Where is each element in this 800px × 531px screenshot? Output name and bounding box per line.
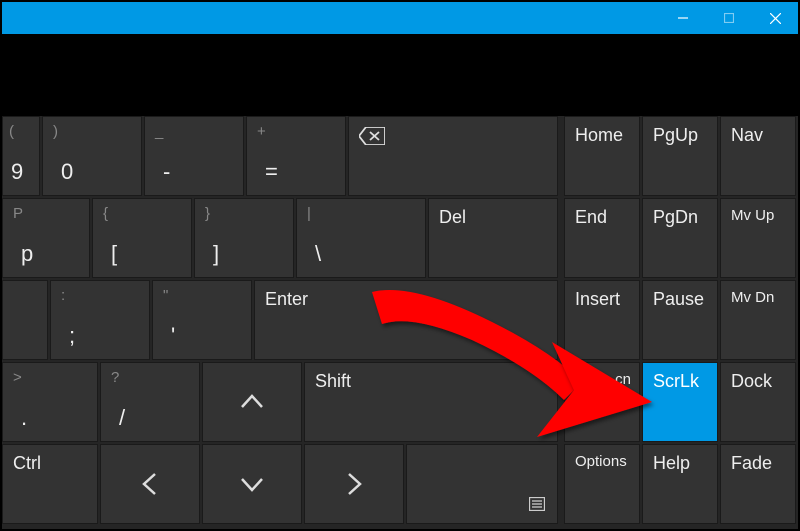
arrow-left-icon [141, 472, 159, 496]
arrow-right-icon [345, 472, 363, 496]
close-icon [770, 13, 781, 24]
key-fade[interactable]: Fade [720, 444, 796, 524]
key-mvup[interactable]: Mv Up [720, 198, 796, 278]
key-end-label: End [575, 207, 607, 228]
key-minus-shift: _ [155, 123, 163, 140]
minimize-icon [678, 13, 688, 23]
close-button[interactable] [752, 2, 798, 34]
key-backslash[interactable]: | \ [296, 198, 426, 278]
menu-icon [529, 497, 545, 511]
key-pgdn[interactable]: PgDn [642, 198, 718, 278]
key-semicolon-shift: : [61, 287, 65, 304]
key-equals-label: = [265, 159, 278, 185]
key-help[interactable]: Help [642, 444, 718, 524]
key-slash-label: / [119, 405, 125, 431]
key-rbracket-shift: } [205, 205, 210, 222]
window-frame: ( 9 ) 0 _ - + = Home PgUp Nav [0, 0, 800, 531]
key-del-label: Del [439, 207, 466, 228]
key-minus-label: - [163, 159, 170, 185]
key-quote-label: ' [171, 323, 175, 349]
key-equals-shift: + [257, 123, 266, 140]
key-rbracket-label: ] [213, 241, 219, 267]
key-period[interactable]: > . [2, 362, 98, 442]
key-arrow-down[interactable] [202, 444, 302, 524]
key-pgup[interactable]: PgUp [642, 116, 718, 196]
key-right-bracket[interactable]: } ] [194, 198, 294, 278]
key-menu[interactable] [406, 444, 558, 524]
key-period-label: . [21, 405, 27, 431]
key-left-bracket[interactable]: { [ [92, 198, 192, 278]
key-0[interactable]: ) 0 [42, 116, 142, 196]
maximize-icon [724, 13, 734, 23]
key-pause-label: Pause [653, 289, 704, 310]
key-arrow-right[interactable] [304, 444, 404, 524]
key-shift-label: Shift [315, 371, 351, 392]
key-nav[interactable]: Nav [720, 116, 796, 196]
key-help-label: Help [653, 453, 690, 474]
maximize-button[interactable] [706, 2, 752, 34]
key-backslash-shift: | [307, 205, 311, 222]
key-semicolon-label: ; [69, 323, 75, 349]
key-semicolon[interactable]: : ; [50, 280, 150, 360]
key-slash-shift: ? [111, 369, 119, 386]
key-prtscn[interactable]: cn [564, 362, 640, 442]
key-9-shift: ( [9, 123, 14, 140]
key-quote-shift: " [163, 287, 168, 304]
key-arrow-left[interactable] [100, 444, 200, 524]
key-nav-label: Nav [731, 125, 763, 146]
key-scrlk[interactable]: ScrLk [642, 362, 718, 442]
arrow-up-icon [240, 393, 264, 411]
key-scrlk-label: ScrLk [653, 371, 699, 392]
key-period-shift: > [13, 369, 22, 386]
key-del[interactable]: Del [428, 198, 558, 278]
key-lbracket-shift: { [103, 205, 108, 222]
key-pgup-label: PgUp [653, 125, 698, 146]
key-minus[interactable]: _ - [144, 116, 244, 196]
backspace-icon [359, 127, 385, 145]
key-options[interactable]: Options [564, 444, 640, 524]
key-prtscn-label: cn [615, 371, 631, 388]
key-lbracket-label: [ [111, 241, 117, 267]
key-backspace[interactable] [348, 116, 558, 196]
arrow-down-icon [240, 475, 264, 493]
key-9[interactable]: ( 9 [2, 116, 40, 196]
key-mvdn[interactable]: Mv Dn [720, 280, 796, 360]
key-equals[interactable]: + = [246, 116, 346, 196]
key-mvdn-label: Mv Dn [731, 289, 774, 306]
key-insert[interactable]: Insert [564, 280, 640, 360]
key-p[interactable]: P p [2, 198, 90, 278]
key-home[interactable]: Home [564, 116, 640, 196]
key-dock[interactable]: Dock [720, 362, 796, 442]
key-ctrl-label: Ctrl [13, 453, 41, 474]
key-ctrl[interactable]: Ctrl [2, 444, 98, 524]
key-dock-label: Dock [731, 371, 772, 392]
key-shift[interactable]: Shift [304, 362, 558, 442]
key-options-label: Options [575, 453, 627, 470]
key-arrow-up[interactable] [202, 362, 302, 442]
key-insert-label: Insert [575, 289, 620, 310]
on-screen-keyboard: ( 9 ) 0 _ - + = Home PgUp Nav [2, 116, 798, 529]
toolbar-gap [2, 34, 798, 116]
key-0-label: 0 [61, 159, 73, 185]
key-p-shift: P [13, 205, 23, 222]
key-backslash-label: \ [315, 241, 321, 267]
key-home-label: Home [575, 125, 623, 146]
key-pgdn-label: PgDn [653, 207, 698, 228]
minimize-button[interactable] [660, 2, 706, 34]
key-slash[interactable]: ? / [100, 362, 200, 442]
key-pause[interactable]: Pause [642, 280, 718, 360]
key-9-label: 9 [11, 159, 23, 185]
key-enter[interactable]: Enter [254, 280, 558, 360]
key-p-label: p [21, 241, 33, 267]
key-quote[interactable]: " ' [152, 280, 252, 360]
key-mvup-label: Mv Up [731, 207, 774, 224]
key-fade-label: Fade [731, 453, 772, 474]
key-0-shift: ) [53, 123, 58, 140]
key-enter-label: Enter [265, 289, 308, 310]
titlebar [2, 2, 798, 34]
key-prev-partial[interactable] [2, 280, 48, 360]
key-end[interactable]: End [564, 198, 640, 278]
